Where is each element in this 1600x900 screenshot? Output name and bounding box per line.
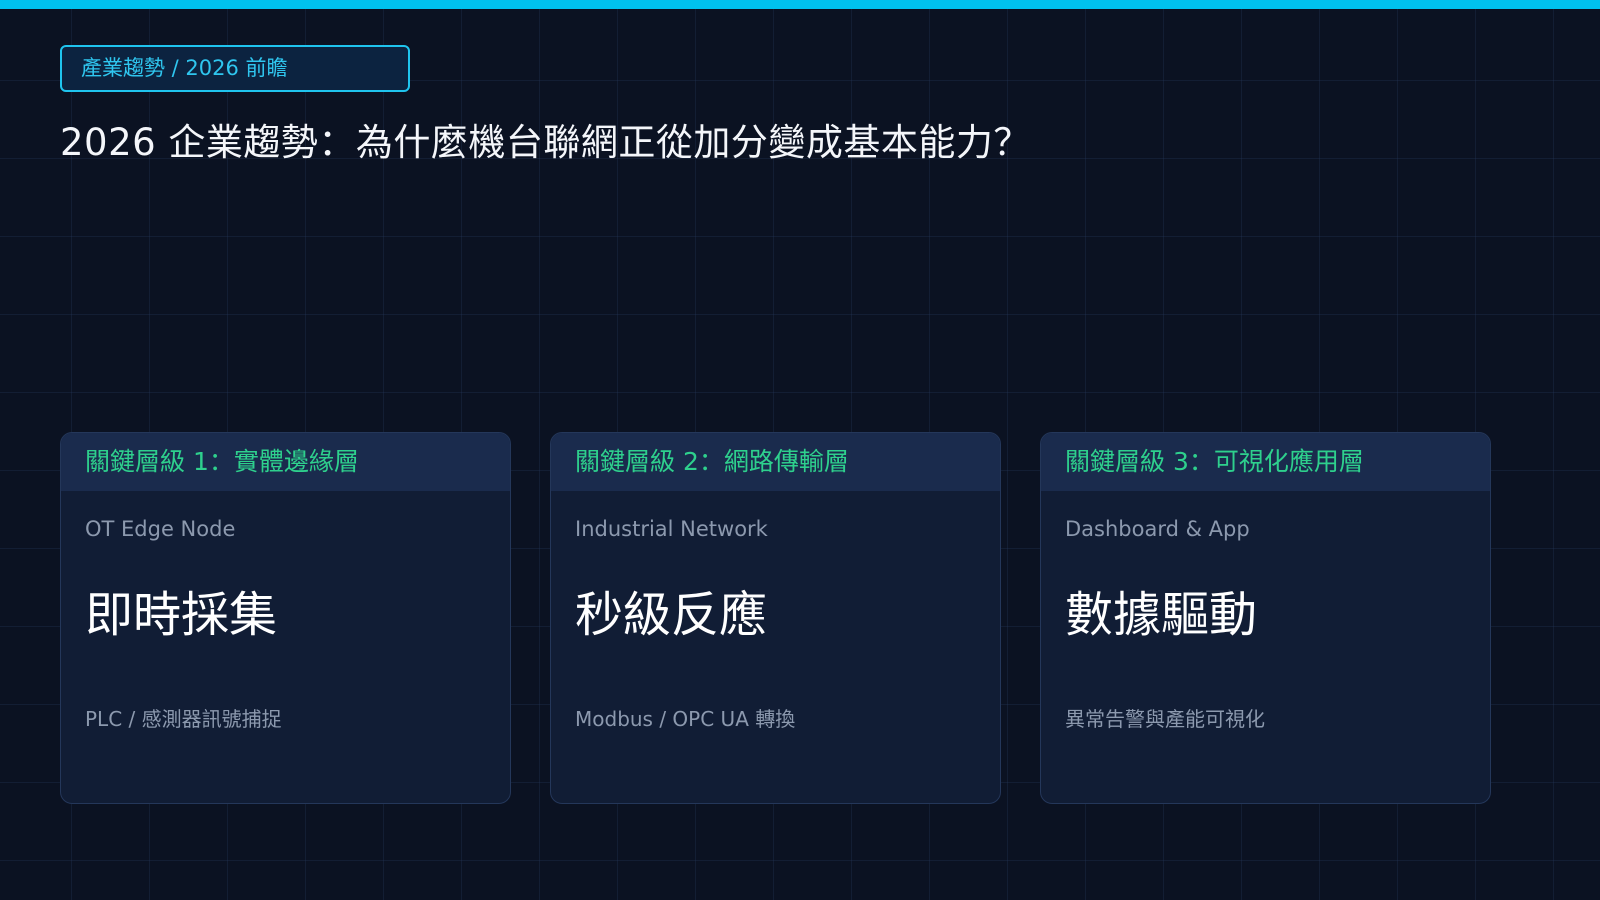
card-subtitle: Dashboard & App	[1065, 517, 1250, 541]
card-description: 異常告警與產能可視化	[1065, 707, 1265, 731]
top-accent-bar	[0, 0, 1600, 9]
card-headline: 即時採集	[85, 587, 278, 643]
card-header: 關鍵層級 2：網路傳輸層	[551, 433, 1000, 491]
card-header: 關鍵層級 1：實體邊緣層	[61, 433, 510, 491]
card-subtitle: OT Edge Node	[85, 517, 236, 541]
card-description: PLC / 感測器訊號捕捉	[85, 707, 282, 731]
page-title: 2026 企業趨勢：為什麼機台聯網正從加分變成基本能力？	[60, 121, 1031, 164]
layer-card-edge: 關鍵層級 1：實體邊緣層 OT Edge Node 即時採集 PLC / 感測器…	[60, 432, 511, 804]
card-description: Modbus / OPC UA 轉換	[575, 707, 796, 731]
card-subtitle: Industrial Network	[575, 517, 768, 541]
card-header: 關鍵層級 3：可視化應用層	[1041, 433, 1490, 491]
layer-card-network: 關鍵層級 2：網路傳輸層 Industrial Network 秒級反應 Mod…	[550, 432, 1001, 804]
category-tag: 產業趨勢 / 2026 前瞻	[60, 45, 410, 92]
layer-card-visualization: 關鍵層級 3：可視化應用層 Dashboard & App 數據驅動 異常告警與…	[1040, 432, 1491, 804]
card-headline: 數據驅動	[1065, 587, 1258, 643]
card-headline: 秒級反應	[575, 587, 768, 643]
